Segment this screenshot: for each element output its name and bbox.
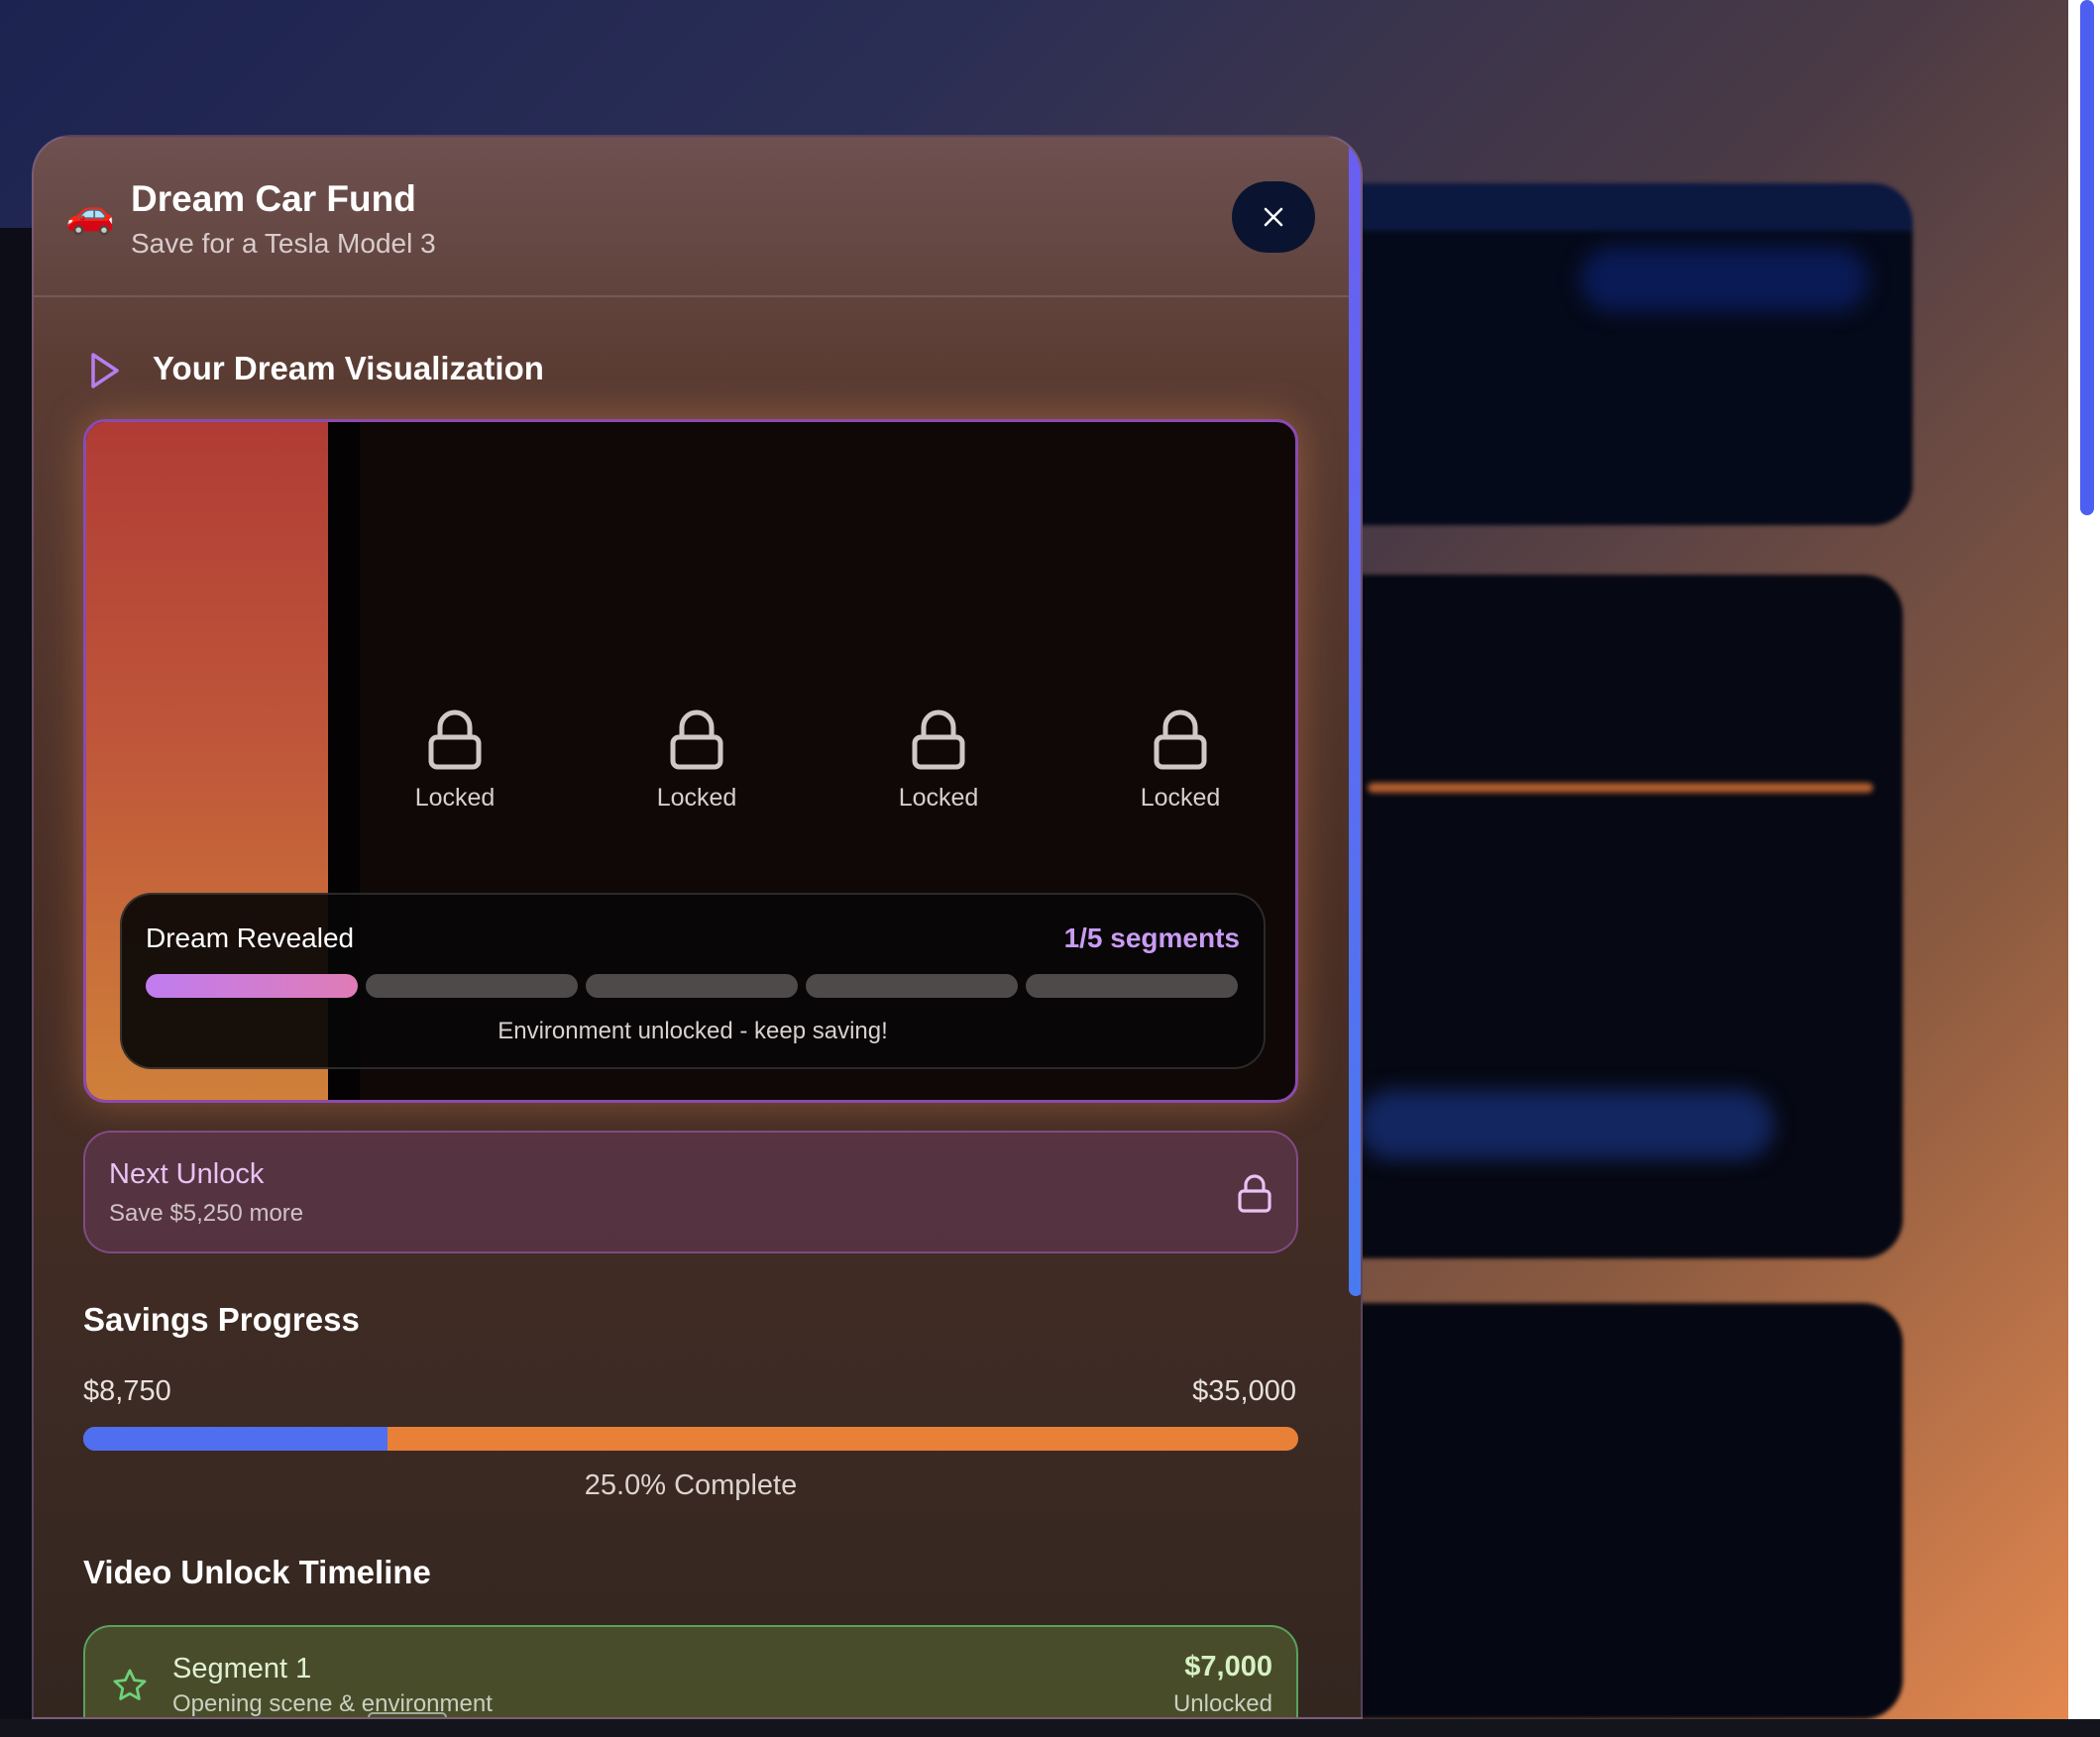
background-card-bottom xyxy=(1288,1303,1903,1719)
close-icon xyxy=(1264,207,1283,227)
segment-progress-bar-3 xyxy=(586,974,798,998)
dream-revealed-label: Dream Revealed xyxy=(146,923,355,953)
locked-label: Locked xyxy=(414,784,496,812)
background-blurred-progress xyxy=(1368,783,1873,793)
reveal-message: Environment unlocked - keep saving! xyxy=(497,1018,888,1044)
background-card-top xyxy=(1288,183,1913,525)
locked-segment-5: Locked xyxy=(1101,709,1260,813)
savings-progress-fill xyxy=(83,1427,387,1451)
lock-icon xyxy=(912,709,965,770)
page-scrollbar[interactable] xyxy=(2068,0,2100,1719)
timeline-heading: Video Unlock Timeline xyxy=(83,1554,431,1590)
savings-percent: 25.0% Complete xyxy=(584,1469,798,1501)
next-unlock-title: Next Unlock xyxy=(109,1158,265,1190)
bottom-strip xyxy=(0,1719,2100,1737)
goal-subtitle: Save for a Tesla Model 3 xyxy=(131,228,436,259)
scroll-indicator xyxy=(368,1712,447,1717)
close-button[interactable] xyxy=(1232,181,1315,253)
savings-progress-heading: Savings Progress xyxy=(83,1301,360,1338)
locked-segment-2: Locked xyxy=(376,709,534,813)
savings-progress-bar xyxy=(83,1427,1298,1451)
segments-count: 1/5 segments xyxy=(1063,923,1240,953)
locked-label: Locked xyxy=(898,784,979,812)
page-scrollbar-thumb[interactable] xyxy=(2080,0,2094,515)
car-emoji-icon: 🚗 xyxy=(65,192,115,236)
dream-revealed-panel: Dream Revealed 1/5 segments Environment … xyxy=(120,893,1266,1069)
saved-amount: $8,750 xyxy=(83,1375,171,1407)
star-icon xyxy=(113,1669,147,1700)
lock-icon xyxy=(428,709,482,770)
dream-video-card[interactable]: Locked Locked Locked Locked Dream Reveal… xyxy=(83,419,1298,1103)
goal-detail-modal: 🚗 Dream Car Fund Save for a Tesla Model … xyxy=(32,135,1363,1719)
segment-progress-bar-5 xyxy=(1026,974,1238,998)
locked-label: Locked xyxy=(1140,784,1221,812)
timeline-item-amount: $7,000 xyxy=(1184,1651,1272,1683)
target-amount: $35,000 xyxy=(1192,1375,1296,1407)
goal-title: Dream Car Fund xyxy=(131,178,416,219)
next-unlock-card: Next Unlock Save $5,250 more xyxy=(83,1131,1298,1253)
play-icon xyxy=(91,353,119,388)
segment-progress-bar-1 xyxy=(146,974,358,998)
visualization-heading: Your Dream Visualization xyxy=(153,350,544,386)
modal-header: 🚗 Dream Car Fund Save for a Tesla Model … xyxy=(34,137,1361,297)
locked-label: Locked xyxy=(656,784,737,812)
segment-progress-bar-4 xyxy=(806,974,1018,998)
background-blurred-button xyxy=(1581,248,1868,311)
locked-segment-4: Locked xyxy=(859,709,1018,813)
locked-segment-3: Locked xyxy=(617,709,776,813)
background-blurred-pill xyxy=(1358,1090,1774,1159)
lock-icon xyxy=(670,709,723,770)
timeline-item-title: Segment 1 xyxy=(172,1653,312,1684)
timeline-item[interactable]: Segment 1 Opening scene & environment $7… xyxy=(83,1625,1298,1717)
next-unlock-amount: Save $5,250 more xyxy=(109,1200,304,1227)
segment-progress-bar-2 xyxy=(366,974,578,998)
lock-icon xyxy=(1154,709,1207,770)
timeline-item-status: Unlocked xyxy=(1172,1690,1272,1717)
modal-scrollbar-thumb[interactable] xyxy=(1349,137,1361,1296)
lock-icon xyxy=(1238,1174,1271,1213)
